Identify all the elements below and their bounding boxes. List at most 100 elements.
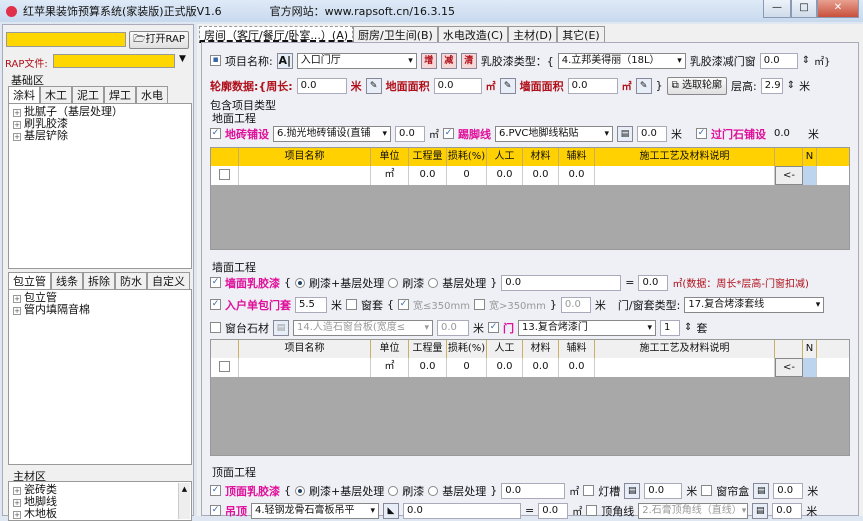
tab-waterproof[interactable]: 防水	[115, 272, 147, 289]
column-header-loss[interactable]: 损耗(%)	[447, 148, 487, 166]
expand-icon[interactable]: +	[13, 295, 21, 303]
corner-line-select[interactable]: 2.石膏顶角线（直线）	[638, 502, 749, 519]
tab-carpentry[interactable]: 木工	[40, 86, 72, 103]
skirting-checkbox[interactable]: ✓	[443, 128, 454, 139]
column-header-material[interactable]: 材料	[523, 148, 559, 166]
expand-icon[interactable]: +	[13, 121, 21, 129]
curtain-box-input[interactable]: 0.0	[773, 482, 804, 499]
shape-icon[interactable]: ◣	[383, 502, 399, 519]
wall-paint-input[interactable]: 0.0	[501, 274, 622, 291]
spinner[interactable]: ⇕	[802, 55, 810, 66]
edit-icon[interactable]: ✎	[635, 77, 652, 94]
tab-plumbing-electric[interactable]: 水电改造(C)	[437, 26, 509, 43]
cell-action[interactable]: <-	[775, 166, 803, 185]
tile-checkbox[interactable]: ✓	[210, 128, 221, 139]
column-header-item-name[interactable]: 项目名称	[239, 148, 371, 166]
scrollbar[interactable]: ▲	[178, 483, 190, 519]
floor-area-input[interactable]: 0.0	[433, 77, 482, 94]
curtain-box-checkbox[interactable]	[701, 485, 713, 496]
radio-paint[interactable]	[388, 277, 399, 288]
column-header-loss[interactable]: 损耗(%)	[447, 340, 487, 358]
close-button[interactable]: ✕	[817, 0, 859, 18]
chevron-down-icon[interactable]: ▼	[179, 54, 186, 64]
window-cover-input[interactable]: 0.0	[560, 296, 591, 313]
calculator-icon[interactable]: ▤	[752, 502, 769, 519]
rap-path-field[interactable]	[6, 32, 126, 47]
minimize-button[interactable]: —	[763, 0, 791, 18]
door-checkbox[interactable]: ✓	[488, 322, 499, 333]
ceiling-hang-checkbox[interactable]: ✓	[210, 505, 221, 516]
calculator-icon[interactable]: ▤	[617, 125, 633, 142]
width-large-checkbox[interactable]	[473, 299, 485, 310]
column-header-labor[interactable]: 人工	[487, 340, 523, 358]
cell-select[interactable]	[211, 166, 239, 185]
tab-welding[interactable]: 焊工	[104, 86, 136, 103]
light-slot-checkbox[interactable]	[583, 485, 595, 496]
calculator-icon[interactable]: ▤	[624, 482, 641, 499]
column-header-select[interactable]	[211, 148, 239, 166]
text-icon[interactable]: A|	[276, 52, 293, 69]
wall-paint-checkbox[interactable]: ✓	[210, 277, 221, 288]
pick-outline-button[interactable]: ⧉ 选取轮廓	[666, 76, 727, 95]
tab-kitchen-bath[interactable]: 厨房/卫生间(B)	[353, 26, 438, 43]
door-count-input[interactable]: 1	[660, 319, 680, 336]
remove-button[interactable]: 减	[440, 52, 457, 69]
column-header-quantity[interactable]: 工程量	[409, 340, 447, 358]
perimeter-input[interactable]: 0.0	[296, 77, 347, 94]
door-cover-checkbox[interactable]: ✓	[210, 299, 221, 310]
ceiling-hang-input[interactable]: 0.0	[403, 502, 521, 519]
tab-main-material[interactable]: 主材(D)	[508, 26, 558, 43]
radio-paint[interactable]	[388, 485, 399, 496]
floor-height-input[interactable]: 2.9	[760, 77, 783, 94]
spinner[interactable]: ⇕	[684, 322, 692, 333]
tree-item[interactable]: + 基层铲除	[13, 130, 187, 142]
edit-icon[interactable]: ✎	[499, 77, 516, 94]
cover-type-select[interactable]: 17.复合烤漆套线	[684, 296, 825, 313]
column-header-auxiliary[interactable]: 辅料	[559, 340, 595, 358]
paint-type-select[interactable]: 4.立邦美得丽（18L）	[557, 52, 686, 69]
sill-type-select[interactable]: 14.人造石窗台板(宽度≤	[293, 319, 433, 336]
column-header-unit[interactable]: 单位	[371, 340, 409, 358]
tab-pipe-cover[interactable]: 包立管	[8, 272, 51, 289]
column-header-action[interactable]	[775, 148, 803, 166]
column-header-item-name[interactable]: 项目名称	[239, 340, 371, 358]
column-header-n[interactable]: N	[803, 340, 817, 358]
tab-plumbing[interactable]: 水电	[136, 86, 168, 103]
ceiling-paint-checkbox[interactable]: ✓	[210, 485, 221, 496]
expand-icon[interactable]: +	[13, 511, 21, 519]
cell-select[interactable]	[211, 358, 239, 377]
row-checkbox[interactable]	[219, 361, 230, 372]
clear-button[interactable]: 清	[460, 52, 477, 69]
calculator-icon[interactable]: ▤	[273, 319, 289, 336]
skirting-input[interactable]: 0.0	[637, 125, 667, 142]
sill-checkbox[interactable]	[210, 322, 221, 333]
spinner[interactable]: ⇕	[787, 80, 795, 91]
window-cover-checkbox[interactable]	[346, 299, 357, 310]
expand-icon[interactable]: +	[13, 109, 21, 117]
wall-area-input[interactable]: 0.0	[567, 77, 618, 94]
threshold-checkbox[interactable]: ✓	[696, 128, 707, 139]
column-header-labor[interactable]: 人工	[487, 148, 523, 166]
tab-custom[interactable]: 自定义	[147, 272, 190, 289]
radio-base[interactable]	[428, 485, 439, 496]
edit-icon[interactable]: ✎	[365, 77, 382, 94]
sill-input[interactable]: 0.0	[437, 319, 469, 336]
column-header-action[interactable]	[775, 340, 803, 358]
maximize-button[interactable]: □	[791, 0, 817, 18]
expand-icon[interactable]: +	[13, 133, 21, 141]
column-header-select[interactable]	[211, 340, 239, 358]
column-header-quantity[interactable]: 工程量	[409, 148, 447, 166]
tab-room[interactable]: 房间（客厅/餐厅/卧室...）(A)	[199, 26, 354, 43]
open-rap-button[interactable]: 🗁打开RAP	[129, 31, 189, 49]
expand-icon[interactable]: +	[13, 307, 21, 315]
threshold-input[interactable]: 0.0	[770, 126, 804, 142]
skirting-type-select[interactable]: 6.PVC地脚线粘贴	[495, 125, 613, 142]
width-small-checkbox[interactable]: ✓	[398, 299, 409, 310]
column-header-description[interactable]: 施工工艺及材料说明	[595, 148, 775, 166]
ceiling-paint-input[interactable]: 0.0	[501, 482, 566, 499]
column-header-material[interactable]: 材料	[523, 340, 559, 358]
tab-lines[interactable]: 线条	[51, 272, 83, 289]
tab-masonry[interactable]: 泥工	[72, 86, 104, 103]
tile-input[interactable]: 0.0	[395, 125, 425, 142]
light-slot-input[interactable]: 0.0	[644, 482, 683, 499]
